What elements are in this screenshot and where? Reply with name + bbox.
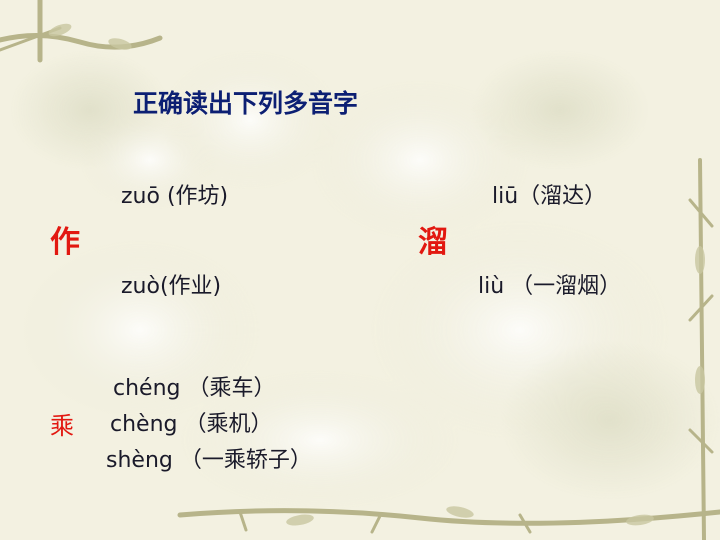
- pinyin: zuò: [121, 274, 160, 299]
- pinyin: chéng: [113, 376, 181, 401]
- reading-cheng2: chéng （乘车）: [113, 378, 276, 400]
- pinyin: liū: [492, 184, 519, 209]
- pinyin: liù: [478, 274, 505, 299]
- reading-sheng4: shèng （一乘轿子）: [106, 450, 312, 472]
- polyphonic-character-cheng: 乘: [50, 412, 74, 440]
- reading-cheng4: chèng （乘机）: [110, 414, 273, 436]
- reading-zuo1: zuō (作坊): [121, 186, 228, 208]
- pinyin: shèng: [106, 448, 173, 473]
- reading-liu1: liū（溜达）: [492, 186, 606, 208]
- gloss: （乘车）: [187, 376, 276, 401]
- reading-liu4: liù （一溜烟）: [478, 276, 621, 298]
- gloss: （一乘轿子）: [179, 448, 312, 473]
- gloss: (作业): [159, 274, 222, 299]
- slide: { "slide": { "title": "正确读出下列多音字", "grou…: [0, 0, 720, 540]
- polyphonic-character-zuo: 作: [50, 225, 80, 260]
- reading-zuo4: zuò(作业): [121, 276, 221, 298]
- polyphonic-character-liu: 溜: [418, 225, 448, 260]
- gloss: （一溜烟）: [511, 274, 622, 299]
- gloss: （溜达）: [518, 184, 607, 209]
- pinyin: chèng: [110, 412, 178, 437]
- pinyin: zuō: [121, 184, 160, 209]
- slide-title: 正确读出下列多音字: [133, 89, 359, 118]
- gloss: （乘机）: [184, 412, 273, 437]
- gloss: (作坊): [166, 184, 229, 209]
